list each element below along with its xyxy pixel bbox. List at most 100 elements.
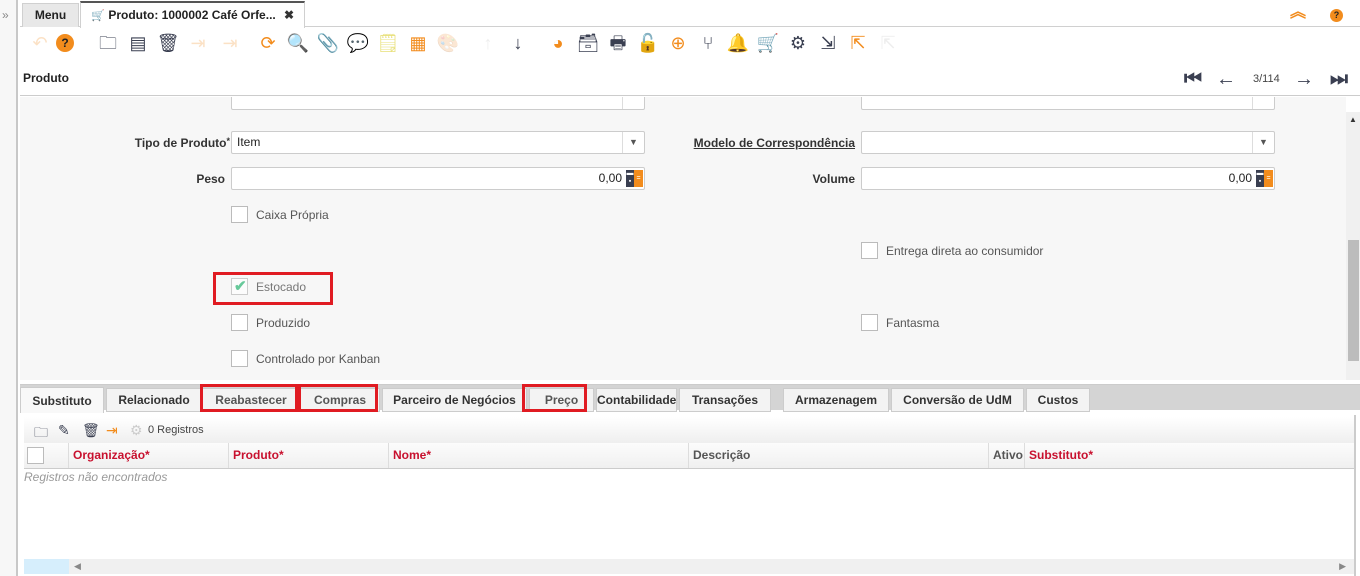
highlight-box-preco bbox=[522, 384, 587, 412]
manufactured-checkbox[interactable] bbox=[231, 314, 248, 331]
scrollbar-thumb[interactable] bbox=[1348, 240, 1359, 361]
save-icon: ⇥ bbox=[190, 33, 206, 53]
form-view-icon[interactable]: ▦ bbox=[406, 31, 430, 55]
palette-icon: 🎨 bbox=[436, 33, 460, 53]
grid-toolbar: 🗀 ✎ 🗑 ⇥ ⚙ 0 Registros bbox=[24, 417, 1354, 444]
chevron-down-icon[interactable]: ▼ bbox=[622, 132, 644, 153]
close-icon[interactable]: ✖ bbox=[284, 3, 294, 27]
exit-icon[interactable]: ⇲ bbox=[816, 31, 840, 55]
weight-value: 0,00 bbox=[598, 171, 622, 185]
zoom-across-icon[interactable]: ⊕ bbox=[666, 31, 690, 55]
scroll-up-icon[interactable]: ▲ bbox=[1349, 115, 1357, 124]
column-header[interactable]: Organização* bbox=[68, 443, 228, 468]
weight-label: Peso bbox=[196, 172, 225, 186]
stocked-checkbox[interactable]: ✔ bbox=[231, 278, 248, 295]
checkmark-icon: ✔ bbox=[234, 278, 247, 295]
product-type-select[interactable]: Item ▼ bbox=[231, 131, 645, 154]
previous-field-partial[interactable] bbox=[231, 97, 645, 110]
grid-header: Organização* Produto* Nome* Descrição Ativo S… bbox=[24, 443, 1354, 469]
tab-substituto[interactable]: Substituto bbox=[20, 387, 104, 413]
tab-product-window[interactable]: 🛒 Produto: 1000002 Café Orfe... ✖ bbox=[80, 1, 305, 28]
tab-relacionado[interactable]: Relacionado bbox=[106, 388, 202, 412]
own-box-label: Caixa Própria bbox=[256, 208, 329, 222]
drop-ship-label: Entrega direta ao consumidor bbox=[886, 244, 1044, 258]
scroll-left-icon[interactable]: ◀ bbox=[74, 561, 81, 572]
calculator-icon[interactable]: ▬ ▪ = bbox=[626, 170, 643, 187]
detail-border bbox=[1354, 415, 1356, 576]
next-record-icon[interactable]: → bbox=[1294, 68, 1314, 91]
help-icon[interactable]: ? bbox=[1330, 9, 1343, 22]
kanban-checkbox[interactable] bbox=[231, 350, 248, 367]
volume-value: 0,00 bbox=[1228, 171, 1252, 185]
print-icon[interactable]: 🖶 bbox=[606, 31, 630, 55]
record-count: 0 Registros bbox=[148, 424, 204, 436]
select-all-checkbox[interactable] bbox=[27, 447, 44, 464]
save-new-icon: ⇥ bbox=[222, 33, 238, 53]
column-header[interactable]: Descrição bbox=[688, 443, 988, 468]
previous-record-icon: ↑ bbox=[483, 33, 493, 53]
matching-model-label[interactable]: Modelo de Correspondência bbox=[660, 136, 855, 150]
grid-horizontal-scrollbar[interactable]: ◀ ▶ bbox=[24, 559, 1354, 574]
export-icon: ⇱ bbox=[880, 33, 896, 53]
find-icon[interactable]: 🔍 bbox=[286, 31, 310, 55]
scroll-right-icon[interactable]: ▶ bbox=[1339, 561, 1346, 572]
stocked-label: Estocado bbox=[256, 280, 307, 294]
process-icon[interactable]: ⚙ bbox=[786, 31, 810, 55]
help-icon[interactable]: ? bbox=[56, 34, 74, 52]
volume-input[interactable]: 0,00 ▬ ▪ = bbox=[861, 167, 1275, 190]
gear-icon: ⚙ bbox=[130, 422, 143, 438]
archive-icon[interactable]: 🗃 bbox=[576, 31, 600, 55]
tab-armazenagem[interactable]: Armazenagem bbox=[783, 388, 889, 412]
tab-menu[interactable]: Menu bbox=[22, 3, 79, 27]
tab-conversao-de-udm[interactable]: Conversão de UdM bbox=[891, 388, 1024, 412]
left-gutter: » bbox=[0, 0, 18, 576]
scrollbar-thumb[interactable] bbox=[24, 559, 69, 574]
column-header[interactable]: Nome* bbox=[388, 443, 688, 468]
next-record-icon[interactable]: ↓ bbox=[506, 31, 530, 55]
product-info-icon[interactable]: 🛒 bbox=[756, 31, 780, 55]
notification-icon[interactable]: 🔔 bbox=[726, 31, 750, 55]
weight-input[interactable]: 0,00 ▬ ▪ = bbox=[231, 167, 645, 190]
phantom-checkbox[interactable] bbox=[861, 314, 878, 331]
copy-record-icon[interactable]: ▤ bbox=[126, 31, 150, 55]
delete-icon[interactable]: 🗑 bbox=[82, 422, 100, 439]
volume-label: Volume bbox=[812, 172, 855, 186]
highlight-box-compras bbox=[298, 384, 378, 412]
undo-icon: ↶ bbox=[32, 33, 48, 53]
previous-field-partial-right[interactable] bbox=[861, 97, 1275, 110]
import-icon[interactable]: ⇱ bbox=[846, 31, 870, 55]
column-header[interactable]: Produto* bbox=[228, 443, 388, 468]
postit-icon[interactable]: 🗒 bbox=[376, 31, 400, 55]
matching-model-select[interactable]: ▼ bbox=[861, 131, 1275, 154]
previous-record-icon[interactable]: ← bbox=[1216, 68, 1236, 91]
column-header[interactable]: Ativo bbox=[988, 443, 1024, 468]
chevron-down-icon[interactable]: ▼ bbox=[1252, 132, 1274, 153]
tab-contabilidade[interactable]: Contabilidade bbox=[596, 388, 677, 412]
tab-parceiro-de-negocios[interactable]: Parceiro de Negócios bbox=[382, 388, 527, 412]
calculator-icon[interactable]: ▬ ▪ = bbox=[1256, 170, 1273, 187]
attachment-icon[interactable]: 📎 bbox=[316, 31, 340, 55]
form-vertical-scrollbar[interactable]: ▲ bbox=[1346, 112, 1360, 380]
own-box-checkbox[interactable] bbox=[231, 206, 248, 223]
last-record-icon[interactable]: ⏭ bbox=[1330, 68, 1348, 91]
lock-icon[interactable]: 🔓 bbox=[636, 31, 660, 55]
first-record-icon[interactable]: ⏮ bbox=[1184, 68, 1202, 91]
tab-transacoes[interactable]: Transações bbox=[679, 388, 771, 412]
product-type-label: Tipo de Produto* bbox=[134, 136, 230, 150]
empty-message: Registros não encontrados bbox=[24, 470, 168, 484]
collapse-header-icon[interactable]: ︽ bbox=[1290, 5, 1306, 21]
delete-icon[interactable]: 🗑 bbox=[156, 31, 180, 55]
drop-ship-checkbox[interactable] bbox=[861, 242, 878, 259]
edit-record-icon[interactable]: ✎ bbox=[58, 422, 70, 439]
workflow-icon[interactable]: ⑂ bbox=[696, 31, 720, 55]
chat-icon[interactable]: 💬 bbox=[346, 31, 370, 55]
refresh-icon[interactable]: ⟳ bbox=[256, 31, 280, 55]
expand-sidebar-icon[interactable]: » bbox=[2, 8, 9, 22]
tab-custos[interactable]: Custos bbox=[1026, 388, 1090, 412]
column-header[interactable]: Substituto* bbox=[1024, 443, 1354, 468]
new-record-icon[interactable]: 🗀 bbox=[96, 31, 120, 55]
manufactured-label: Produzido bbox=[256, 316, 311, 330]
report-icon[interactable]: ◕ bbox=[546, 31, 570, 55]
cart-icon: 🛒 bbox=[91, 10, 105, 22]
save-icon[interactable]: ⇥ bbox=[106, 422, 118, 439]
